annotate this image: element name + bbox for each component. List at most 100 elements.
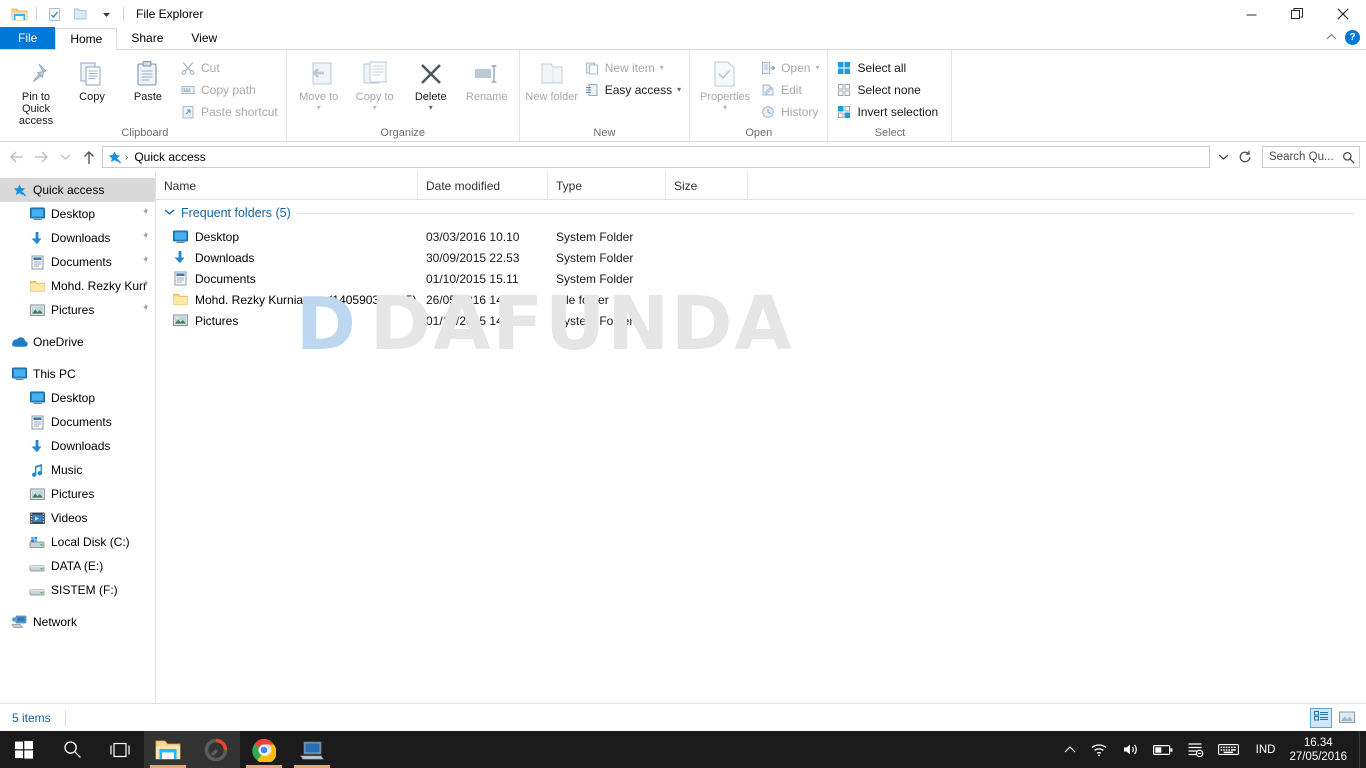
address-field[interactable]: › Quick access	[102, 146, 1210, 168]
copy-to-caret-icon[interactable]: ▾	[373, 103, 377, 112]
open-caret-icon[interactable]: ▾	[815, 63, 819, 72]
pin-icon[interactable]	[138, 303, 149, 317]
chrome-taskbar-icon[interactable]	[240, 731, 288, 768]
sidebar-item-desktop[interactable]: Desktop	[0, 202, 155, 226]
group-header-frequent-folders[interactable]: Frequent folders (5)	[156, 200, 1366, 226]
new-item-caret-icon[interactable]: ▾	[660, 63, 664, 72]
folder-icon[interactable]	[6, 3, 32, 25]
sidebar-item-data-e[interactable]: DATA (E:)	[0, 554, 155, 578]
file-explorer-taskbar-icon[interactable]	[144, 731, 192, 768]
language-indicator[interactable]: IND	[1246, 744, 1286, 756]
customize-dropdown-icon[interactable]	[93, 3, 119, 25]
sidebar-item-mohd-rezky-kurniawan-140590302065[interactable]: Mohd. Rezky Kurniawan (140590302065)	[0, 274, 155, 298]
column-header-name[interactable]: Name	[156, 172, 418, 200]
details-view-button[interactable]	[1310, 708, 1332, 728]
minimize-button[interactable]	[1228, 0, 1274, 28]
up-button[interactable]	[78, 146, 100, 168]
new-folder-button[interactable]: New folder	[524, 53, 580, 103]
sidebar-item-documents[interactable]: Documents	[0, 250, 155, 274]
pin-icon[interactable]	[138, 231, 149, 245]
pin-to-quick-access-button[interactable]: Pin to Quick access	[8, 53, 64, 127]
copy-button[interactable]: Copy	[64, 53, 120, 103]
chevron-down-icon[interactable]	[164, 207, 175, 219]
sidebar-item-local-disk-c[interactable]: Local Disk (C:)	[0, 530, 155, 554]
sidebar-item-quick-access[interactable]: Quick access	[0, 178, 155, 202]
recent-locations-button[interactable]	[54, 146, 76, 168]
sidebar-item-music[interactable]: Music	[0, 458, 155, 482]
keyboard-icon[interactable]	[1211, 731, 1246, 768]
close-button[interactable]	[1320, 0, 1366, 28]
show-hidden-icons-icon[interactable]	[1057, 731, 1083, 768]
start-button[interactable]	[0, 731, 48, 768]
table-row[interactable]: Documents01/10/2015 15.11System Folder	[156, 268, 1366, 289]
properties-button[interactable]: Properties ▾	[694, 53, 756, 112]
previous-locations-button[interactable]	[1212, 146, 1234, 168]
new-folder-icon[interactable]	[67, 3, 93, 25]
pin-icon[interactable]	[138, 279, 149, 293]
column-header-type[interactable]: Type	[548, 172, 666, 200]
sidebar-item-pictures[interactable]: Pictures	[0, 482, 155, 506]
easy-access-button[interactable]: Easy access ▾	[580, 79, 685, 100]
sidebar-item-desktop[interactable]: Desktop	[0, 386, 155, 410]
tab-home[interactable]: Home	[55, 28, 117, 50]
copy-path-button[interactable]: Copy path	[176, 79, 282, 100]
sidebar-item-videos[interactable]: Videos	[0, 506, 155, 530]
table-row[interactable]: Pictures01/10/2015 14.56System Folder	[156, 310, 1366, 331]
sidebar-item-downloads[interactable]: Downloads	[0, 434, 155, 458]
open-button[interactable]: Open ▾	[756, 57, 823, 78]
wifi-icon[interactable]	[1083, 731, 1115, 768]
pin-icon[interactable]	[138, 255, 149, 269]
sidebar-item-documents[interactable]: Documents	[0, 410, 155, 434]
paste-button[interactable]: Paste	[120, 53, 176, 103]
invert-selection-button[interactable]: Invert selection	[832, 101, 942, 122]
select-all-button[interactable]: Select all	[832, 57, 942, 78]
select-none-button[interactable]: Select none	[832, 79, 942, 100]
search-input[interactable]: Search Qu...	[1262, 146, 1360, 168]
sidebar-item-pictures[interactable]: Pictures	[0, 298, 155, 322]
tab-share[interactable]: Share	[117, 27, 177, 49]
move-to-button[interactable]: Move to ▾	[291, 53, 347, 112]
cut-button[interactable]: Cut	[176, 57, 282, 78]
column-header-date-modified[interactable]: Date modified	[418, 172, 548, 200]
copy-to-button[interactable]: Copy to ▾	[347, 53, 403, 112]
table-row[interactable]: Downloads30/09/2015 22.53System Folder	[156, 247, 1366, 268]
tab-view[interactable]: View	[177, 27, 231, 49]
refresh-button[interactable]	[1234, 146, 1256, 168]
sidebar-item-sistem-f[interactable]: SISTEM (F:)	[0, 578, 155, 602]
show-desktop-button[interactable]	[1359, 731, 1366, 768]
computer-app-taskbar-icon[interactable]	[288, 731, 336, 768]
history-button[interactable]: History	[756, 101, 823, 122]
pin-icon[interactable]	[138, 207, 149, 221]
properties-caret-icon[interactable]: ▾	[723, 103, 727, 112]
table-row[interactable]: Mohd. Rezky Kurniawan (140590302065) ...…	[156, 289, 1366, 310]
sidebar-item-downloads[interactable]: Downloads	[0, 226, 155, 250]
breadcrumb-quick-access[interactable]: Quick access	[131, 150, 208, 164]
action-center-icon[interactable]	[1180, 731, 1211, 768]
sidebar-item-network[interactable]: Network	[0, 610, 155, 634]
collapse-ribbon-icon[interactable]	[1326, 28, 1337, 46]
taskbar-search-button[interactable]	[48, 731, 96, 768]
delete-button[interactable]: Delete ▾	[403, 53, 459, 112]
delete-caret-icon[interactable]: ▾	[429, 103, 433, 112]
paste-shortcut-button[interactable]: Paste shortcut	[176, 101, 282, 122]
forward-button[interactable]	[30, 146, 52, 168]
edit-button[interactable]: Edit	[756, 79, 823, 100]
rename-button[interactable]: Rename	[459, 53, 515, 103]
move-to-caret-icon[interactable]: ▾	[317, 103, 321, 112]
large-icons-view-button[interactable]	[1336, 708, 1358, 728]
clock[interactable]: 16.34 27/05/2016	[1285, 736, 1359, 764]
column-header-size[interactable]: Size	[666, 172, 748, 200]
task-view-button[interactable]	[96, 731, 144, 768]
tab-file[interactable]: File	[0, 27, 55, 49]
properties-icon[interactable]	[41, 3, 67, 25]
easy-access-caret-icon[interactable]: ▾	[677, 85, 681, 94]
table-row[interactable]: Desktop03/03/2016 10.10System Folder	[156, 226, 1366, 247]
battery-icon[interactable]	[1146, 731, 1180, 768]
new-item-button[interactable]: New item ▾	[580, 57, 685, 78]
sidebar-item-onedrive[interactable]: OneDrive	[0, 330, 155, 354]
help-button[interactable]: ?	[1345, 30, 1360, 45]
back-button[interactable]	[6, 146, 28, 168]
app-orange-taskbar-icon[interactable]	[192, 731, 240, 768]
sidebar-item-this-pc[interactable]: This PC	[0, 362, 155, 386]
volume-icon[interactable]	[1115, 731, 1146, 768]
